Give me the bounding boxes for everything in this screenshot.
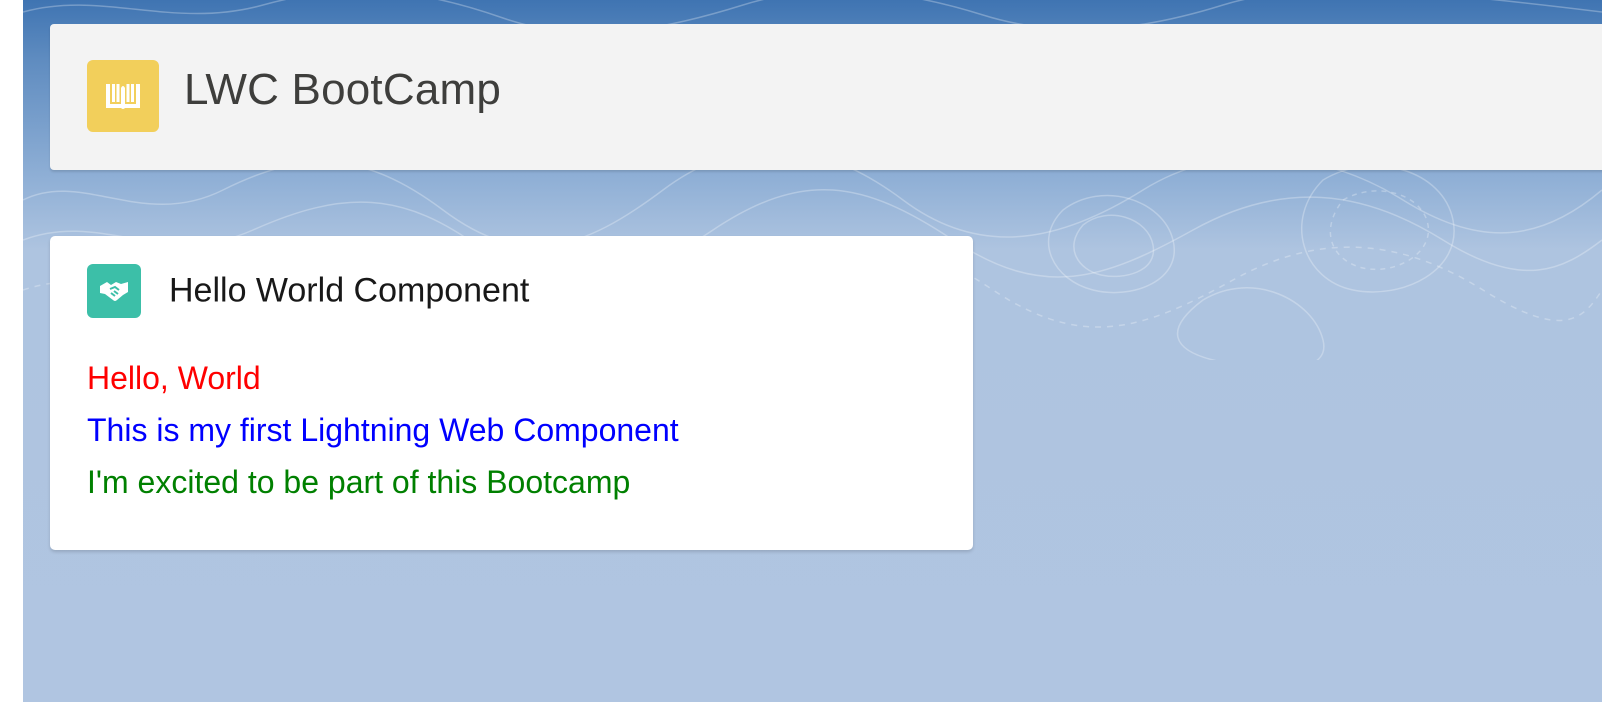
app-canvas: LWC BootCamp Hello World Component Hello… — [23, 0, 1602, 702]
first-component-text: This is my first Lightning Web Component — [87, 412, 679, 448]
page-title: LWC BootCamp — [184, 65, 502, 114]
handshake-icon — [87, 264, 141, 318]
book-icon — [87, 60, 159, 132]
page-header: LWC BootCamp — [50, 24, 1602, 170]
hello-world-card: Hello World Component Hello, World This … — [50, 236, 973, 550]
card-title: Hello World Component — [169, 271, 530, 310]
greeting-text: Hello, World — [87, 360, 261, 396]
excited-text: I'm excited to be part of this Bootcamp — [87, 464, 631, 500]
